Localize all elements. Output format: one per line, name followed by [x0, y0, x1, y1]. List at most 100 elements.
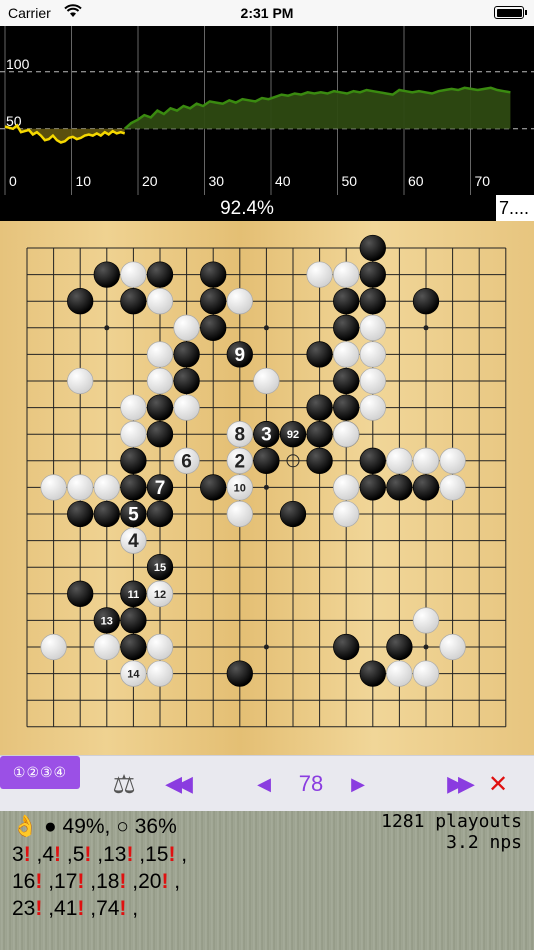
- prev-move-button[interactable]: ◀: [248, 756, 280, 812]
- go-board[interactable]: 9 8 3 92 6 2 7 10 5 4 15 11 12 13 14: [0, 221, 534, 755]
- black-stone: [412, 288, 440, 315]
- winrate-summary: 👌 ● 49%, ○ 36%: [12, 815, 177, 839]
- separator: ,: [42, 870, 55, 893]
- black-stone: [200, 288, 227, 315]
- star-point: [423, 644, 429, 650]
- bad-move-number[interactable]: 74: [96, 897, 119, 920]
- white-stone: [146, 341, 174, 368]
- separator: ,: [42, 897, 55, 920]
- black-stone: [359, 234, 386, 262]
- graph-x-label: 60: [408, 173, 424, 189]
- white-stone: [93, 633, 120, 661]
- black-stone: [146, 261, 174, 288]
- graph-x-label: 10: [76, 173, 92, 189]
- white-stone: [40, 474, 67, 501]
- graph-x-label: 30: [209, 173, 225, 189]
- graph-x-label: 40: [275, 173, 291, 189]
- bad-moves-line: 16! ,17! ,18! ,20! ,: [12, 868, 187, 895]
- white-stone: [412, 607, 440, 634]
- separator: ,: [84, 870, 97, 893]
- black-stone: [120, 607, 147, 634]
- fastforward-button[interactable]: ▶▶: [434, 756, 482, 812]
- black-stone: [200, 474, 227, 501]
- white-stone: [333, 421, 360, 448]
- ok-hand-icon: 👌: [12, 815, 39, 838]
- black-stone: [333, 633, 360, 661]
- bad-moves-line: 3! ,4! ,5! ,13! ,15! ,: [12, 841, 187, 868]
- bad-moves-line: 23! ,41! ,74! ,: [12, 895, 187, 922]
- bad-move-number[interactable]: 17: [54, 870, 77, 893]
- black-stone: [306, 394, 333, 421]
- status-bar: Carrier 2:31 PM: [0, 0, 534, 26]
- white-stone: [439, 633, 466, 661]
- black-stone: [412, 474, 440, 501]
- white-stone: [120, 394, 147, 421]
- black-stone: [67, 500, 94, 528]
- white-stone: [226, 288, 253, 315]
- black-stone: [333, 288, 360, 315]
- bad-move-number[interactable]: 23: [12, 897, 35, 920]
- move-number-label: 15: [154, 562, 166, 574]
- white-stone: [146, 367, 174, 395]
- playouts-count: 1281 playouts: [381, 811, 522, 832]
- white-stone: [333, 261, 360, 288]
- move-number-label: 3: [261, 425, 272, 446]
- balance-icon[interactable]: ⚖: [104, 756, 144, 812]
- move-number[interactable]: 78: [280, 756, 342, 812]
- black-stone: [146, 500, 174, 528]
- nodes-per-second: 3.2 nps: [446, 832, 522, 853]
- star-point: [263, 325, 269, 331]
- white-stone: [253, 367, 280, 395]
- black-stone: [226, 660, 253, 687]
- next-move-button[interactable]: ▶: [342, 756, 374, 812]
- bad-move-number[interactable]: 5: [73, 843, 85, 866]
- separator: ,: [91, 843, 104, 866]
- black-stone: [93, 261, 120, 288]
- white-stone: [93, 474, 120, 501]
- move-number-label: 92: [287, 429, 299, 441]
- black-stone: [333, 314, 360, 341]
- separator: ,: [126, 870, 139, 893]
- graph-x-label: 20: [142, 173, 158, 189]
- bad-move-number[interactable]: 13: [103, 843, 126, 866]
- white-stone: [146, 288, 174, 315]
- white-stone: [306, 261, 333, 288]
- graph-x-label: 0: [9, 173, 17, 189]
- move-number-label: 13: [101, 615, 113, 627]
- white-stone: [226, 500, 253, 528]
- move-number-label: 5: [128, 505, 139, 526]
- white-stone: [359, 341, 386, 368]
- clock: 2:31 PM: [240, 5, 294, 21]
- white-stone: [439, 474, 466, 501]
- bad-move-number[interactable]: 16: [12, 870, 35, 893]
- star-point: [263, 484, 269, 490]
- winrate-graph: 100 50 0 10 20 30 40 50 60 70: [0, 26, 534, 195]
- black-stone: [200, 314, 227, 341]
- black-stone: [333, 367, 360, 395]
- black-stone: [93, 500, 120, 528]
- black-stone: [333, 394, 360, 421]
- separator: ,: [126, 897, 139, 920]
- bad-move-number[interactable]: 4: [42, 843, 54, 866]
- bad-move-number[interactable]: 15: [145, 843, 168, 866]
- white-stone: [173, 394, 200, 421]
- bad-move-number[interactable]: 3: [12, 843, 24, 866]
- rewind-button[interactable]: ◀◀: [152, 756, 200, 812]
- move-number-label: 8: [235, 425, 246, 446]
- move-numbers-toggle[interactable]: ①②③④: [0, 756, 80, 789]
- white-stone: [333, 500, 360, 528]
- playouts-stats: 1281 playouts 3.2 nps: [381, 811, 522, 853]
- close-icon[interactable]: ✕: [484, 756, 512, 812]
- bad-move-number[interactable]: 41: [54, 897, 77, 920]
- black-stone: [200, 261, 227, 288]
- move-number-label: 9: [235, 345, 246, 366]
- white-stone: [333, 341, 360, 368]
- black-stone: [120, 447, 147, 474]
- exclamation-icon: !: [54, 843, 62, 866]
- white-stone: [359, 314, 386, 341]
- black-stone: [359, 447, 386, 474]
- bad-move-number[interactable]: 18: [96, 870, 119, 893]
- toolbar: ①②③④ ⚖ ◀◀ ◀ 78 ▶ ▶▶ ✕: [0, 755, 534, 811]
- bad-move-number[interactable]: 20: [138, 870, 161, 893]
- white-stone: [386, 447, 413, 474]
